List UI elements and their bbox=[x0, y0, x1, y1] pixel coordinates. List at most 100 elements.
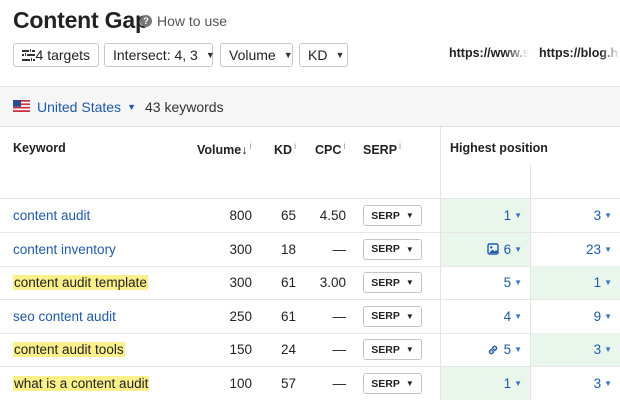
cpc-value: — bbox=[332, 241, 347, 257]
kd-value: 61 bbox=[280, 275, 296, 291]
targets-button[interactable]: 4 targets bbox=[13, 43, 99, 67]
link-icon bbox=[488, 345, 497, 355]
targets-label: 4 targets bbox=[35, 47, 90, 63]
volume-value: 250 bbox=[229, 308, 252, 324]
column-cpc[interactable]: CPC i bbox=[315, 141, 345, 157]
column-kd[interactable]: KD i bbox=[274, 141, 296, 157]
position-target-1[interactable]: 5 ▼ bbox=[440, 333, 530, 367]
table-row: content audit template 300 61 3.00 SERP ▼ 5 ▼ 1 ▼ bbox=[0, 266, 620, 301]
position-target-1[interactable]: 1 ▼ bbox=[440, 367, 530, 400]
position-value: 5 bbox=[503, 342, 512, 358]
caret-down-icon: ▼ bbox=[604, 311, 612, 321]
volume-value: 800 bbox=[229, 208, 252, 223]
cpc-value: — bbox=[332, 342, 347, 358]
intersect-label: Intersect: 4, 3 bbox=[113, 47, 198, 63]
keyword-link[interactable]: content audit template bbox=[13, 275, 148, 291]
kd-value: 65 bbox=[280, 208, 296, 223]
serp-label: SERP bbox=[371, 209, 400, 222]
position-value: 1 bbox=[503, 208, 512, 223]
caret-down-icon: ▼ bbox=[514, 211, 522, 220]
caret-down-icon: ▼ bbox=[205, 50, 215, 60]
position-target-1[interactable]: 5 ▼ bbox=[440, 266, 530, 300]
position-value: 1 bbox=[593, 275, 602, 291]
keyword-link[interactable]: content inventory bbox=[13, 242, 116, 257]
caret-down-icon: ▼ bbox=[405, 345, 414, 355]
column-keyword[interactable]: Keyword bbox=[13, 141, 66, 155]
kd-label: KD bbox=[308, 47, 328, 63]
position-value: 9 bbox=[593, 308, 602, 324]
table-row: content audit 800 65 4.50 SERP ▼ 1 ▼ 3 ▼ bbox=[0, 199, 620, 233]
position-target-2[interactable]: 23 ▼ bbox=[530, 232, 620, 266]
caret-down-icon: ▼ bbox=[514, 345, 522, 355]
caret-down-icon: ▼ bbox=[514, 278, 522, 288]
serp-label: SERP bbox=[371, 377, 400, 390]
caret-down-icon: ▼ bbox=[604, 211, 612, 220]
how-to-use-link[interactable]: ? How to use bbox=[140, 13, 227, 29]
caret-down-icon: ▼ bbox=[405, 278, 414, 288]
caret-down-icon: ▼ bbox=[405, 379, 414, 388]
caret-down-icon: ▼ bbox=[604, 278, 612, 288]
serp-button[interactable]: SERP ▼ bbox=[363, 339, 422, 361]
keyword-link[interactable]: seo content audit bbox=[13, 309, 116, 324]
serp-button[interactable]: SERP ▼ bbox=[363, 373, 422, 394]
position-target-1[interactable]: 4 ▼ bbox=[440, 299, 530, 333]
serp-label: SERP bbox=[371, 243, 400, 256]
position-target-1[interactable]: 1 ▼ bbox=[440, 199, 530, 232]
keyword-link[interactable]: content audit tools bbox=[13, 342, 125, 358]
caret-down-icon: ▼ bbox=[514, 379, 522, 388]
cpc-value: — bbox=[332, 376, 347, 391]
caret-down-icon: ▼ bbox=[405, 211, 414, 220]
caret-down-icon: ▼ bbox=[604, 244, 612, 254]
intersect-dropdown[interactable]: Intersect: 4, 3 ▼ bbox=[104, 43, 215, 67]
position-value: 4 bbox=[503, 308, 512, 324]
kd-dropdown[interactable]: KD ▼ bbox=[299, 43, 348, 67]
how-to-use-label: How to use bbox=[157, 13, 228, 29]
target-url-2[interactable]: https://blog.hu bbox=[539, 46, 620, 60]
serp-button[interactable]: SERP ▼ bbox=[363, 205, 422, 226]
keywords-count: 43 keywords bbox=[145, 99, 224, 115]
serp-label: SERP bbox=[371, 343, 400, 356]
position-target-2[interactable]: 3 ▼ bbox=[530, 367, 620, 400]
info-icon: i bbox=[343, 141, 346, 151]
target-url-1[interactable]: https://www.s bbox=[449, 46, 529, 60]
kd-value: 57 bbox=[280, 376, 296, 391]
caret-down-icon: ▼ bbox=[604, 345, 612, 355]
caret-down-icon: ▼ bbox=[405, 244, 414, 254]
position-target-2[interactable]: 1 ▼ bbox=[530, 266, 620, 300]
kd-value: 18 bbox=[280, 241, 296, 257]
volume-value: 300 bbox=[229, 241, 252, 257]
serp-button[interactable]: SERP ▼ bbox=[363, 238, 422, 260]
country-label: United States bbox=[37, 99, 122, 115]
us-flag-icon bbox=[13, 100, 30, 112]
position-target-2[interactable]: 3 ▼ bbox=[530, 333, 620, 367]
keyword-link[interactable]: content audit bbox=[13, 208, 90, 223]
question-icon: ? bbox=[140, 15, 152, 27]
cpc-value: 4.50 bbox=[319, 208, 346, 223]
volume-value: 100 bbox=[229, 376, 252, 391]
volume-dropdown[interactable]: Volume ▼ bbox=[220, 43, 293, 67]
position-value: 1 bbox=[503, 376, 512, 391]
serp-label: SERP bbox=[371, 310, 400, 323]
info-icon: i bbox=[249, 141, 252, 151]
position-value: 3 bbox=[593, 342, 602, 358]
serp-button[interactable]: SERP ▼ bbox=[363, 305, 422, 327]
position-target-2[interactable]: 3 ▼ bbox=[530, 199, 620, 232]
serp-label: SERP bbox=[371, 276, 400, 289]
position-value: 23 bbox=[586, 241, 602, 257]
country-selector[interactable]: United States ▼ bbox=[37, 99, 136, 115]
info-icon: i bbox=[399, 141, 402, 151]
position-target-2[interactable]: 9 ▼ bbox=[530, 299, 620, 333]
position-value: 5 bbox=[503, 275, 512, 291]
table-row: what is a content audit 100 57— SERP ▼ 1 ▼ 3 ▼ bbox=[0, 367, 620, 400]
kd-value: 24 bbox=[280, 342, 296, 358]
caret-down-icon: ▼ bbox=[604, 379, 612, 388]
position-target-1[interactable]: 6 ▼ bbox=[440, 232, 530, 266]
serp-button[interactable]: SERP ▼ bbox=[363, 272, 422, 294]
sort-desc-icon: ↓ bbox=[241, 143, 248, 158]
table-row: content audit tools 150 24— SERP ▼ 5 ▼ 3 ▼ bbox=[0, 333, 620, 368]
caret-down-icon: ▼ bbox=[514, 311, 522, 321]
column-volume[interactable]: Volume↓ i bbox=[197, 141, 251, 157]
caret-down-icon: ▼ bbox=[335, 50, 345, 60]
position-value: 3 bbox=[593, 376, 602, 391]
keyword-link[interactable]: what is a content audit bbox=[13, 376, 150, 391]
